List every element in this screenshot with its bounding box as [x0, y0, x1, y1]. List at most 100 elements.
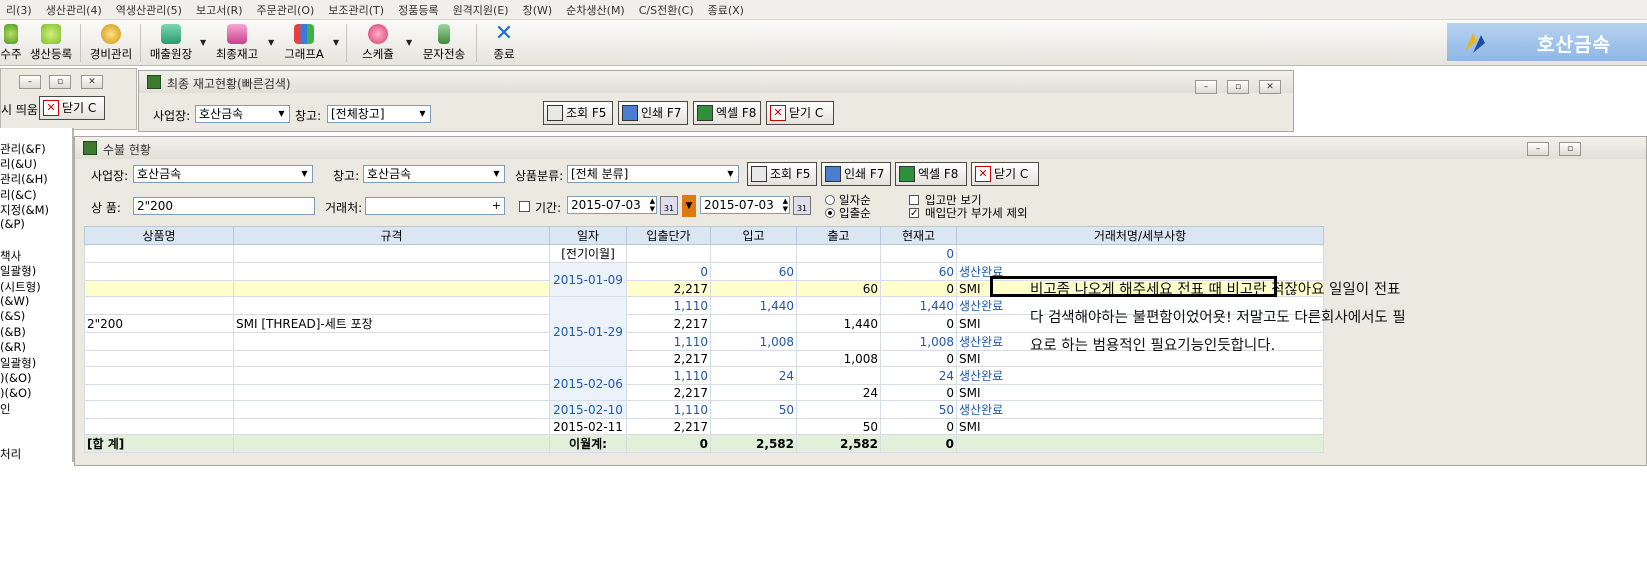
site-select[interactable]: 호산금속 ▼: [195, 105, 290, 123]
left-nav-item[interactable]: 리(&U): [0, 156, 37, 172]
spec-cell: [233, 280, 550, 297]
maximize-icon[interactable]: ▫: [1559, 142, 1581, 156]
flow-warehouse-select[interactable]: 호산금속 ▼: [363, 165, 505, 183]
menu-item[interactable]: 창(W): [517, 2, 561, 18]
toolbar-production-button[interactable]: 생산등록: [26, 22, 76, 64]
minimize-icon[interactable]: –: [1195, 80, 1217, 94]
toolbar-separator: [140, 24, 141, 62]
left-window-close-button[interactable]: ✕ 닫기 C: [39, 96, 105, 120]
menu-item[interactable]: 보조관리(T): [322, 2, 392, 18]
left-nav-item[interactable]: 처리: [0, 446, 21, 462]
toolbar-order-button[interactable]: 수주: [0, 22, 22, 64]
table-row[interactable]: 2015-02-11 2,217 50 0 SMI: [84, 418, 1324, 435]
column-header[interactable]: 입출단가: [626, 226, 711, 245]
arrow-down-icon[interactable]: ▼: [682, 195, 696, 217]
maximize-icon[interactable]: ▫: [1227, 80, 1249, 94]
left-nav-item[interactable]: 인: [0, 401, 11, 417]
left-nav-item[interactable]: )(&O): [0, 386, 31, 400]
stock-search-button[interactable]: 조회 F5: [543, 101, 613, 125]
calendar-icon[interactable]: 31: [660, 196, 678, 215]
maximize-icon[interactable]: ▫: [49, 75, 71, 89]
table-row[interactable]: [전기이월] 0: [84, 244, 1324, 263]
carry-over-label: [전기이월]: [549, 244, 627, 263]
calendar-icon[interactable]: 31: [793, 196, 811, 215]
menu-item[interactable]: 종료(X): [702, 2, 752, 18]
chevron-down-icon[interactable]: ▼: [268, 38, 274, 47]
price-cell: 2,217: [626, 280, 711, 297]
plus-icon[interactable]: +: [492, 198, 501, 214]
chevron-down-icon[interactable]: ▼: [406, 38, 412, 47]
left-nav-item[interactable]: 리(&C): [0, 187, 37, 203]
only-in-checkbox[interactable]: [909, 195, 919, 205]
column-header[interactable]: 현재고: [880, 226, 957, 245]
table-row[interactable]: 2,217 24 0 SMI: [84, 384, 1324, 401]
menu-item[interactable]: 순차생산(M): [560, 2, 633, 18]
table-row[interactable]: 2015-02-06 1,110 24 24 생산완료: [84, 366, 1324, 401]
close-icon[interactable]: ✕: [1259, 80, 1281, 94]
column-header[interactable]: 상품명: [84, 226, 234, 245]
menu-item[interactable]: 주문관리(O): [251, 2, 323, 18]
menu-item[interactable]: 보고서(R): [190, 2, 251, 18]
left-nav-item[interactable]: (시트형): [0, 279, 41, 295]
menu-item[interactable]: 리(3): [0, 2, 40, 18]
menu-item[interactable]: 정품등록: [392, 2, 446, 18]
toolbar-sales-ledger-button[interactable]: 매출원장: [146, 22, 196, 64]
left-nav-item[interactable]: 책사: [0, 248, 21, 264]
minimize-icon[interactable]: –: [19, 75, 41, 89]
category-select[interactable]: [전체 분류] ▼: [567, 165, 739, 183]
stock-print-button[interactable]: 인쇄 F7: [618, 101, 688, 125]
toolbar-schedule-button[interactable]: 스케쥴: [354, 22, 402, 64]
menu-item[interactable]: 원격지원(E): [447, 2, 517, 18]
sort-io-radio[interactable]: [825, 208, 835, 218]
date-to-input[interactable]: 2015-07-03 ▲ ▼: [700, 196, 790, 214]
sort-date-radio[interactable]: [825, 195, 835, 205]
left-nav-item[interactable]: 지정(&M): [0, 202, 49, 218]
stock-close-button[interactable]: ✕ 닫기 C: [766, 101, 834, 125]
toolbar-exit-button[interactable]: ✕ 종료: [486, 22, 522, 64]
column-header[interactable]: 출고: [796, 226, 881, 245]
table-row[interactable]: 2015-02-10 1,110 50 50 생산완료: [84, 400, 1324, 419]
column-header[interactable]: 거래처명/세부사항: [956, 226, 1324, 245]
flow-close-button[interactable]: ✕ 닫기 C: [971, 162, 1039, 186]
left-nav-item[interactable]: (&W): [0, 294, 29, 308]
left-nav-item[interactable]: 관리(&F): [0, 141, 46, 157]
warehouse-select[interactable]: [전체창고] ▼: [327, 105, 431, 123]
left-nav-item[interactable]: (&P): [0, 217, 25, 231]
menu-item[interactable]: C/S전환(C): [633, 2, 702, 18]
chevron-down-icon[interactable]: ▼: [333, 38, 339, 47]
flow-excel-button[interactable]: 엑셀 F8: [895, 162, 967, 186]
toolbar-expense-button[interactable]: 경비관리: [86, 22, 136, 64]
stock-cell: 50: [880, 400, 957, 419]
flow-print-button[interactable]: 인쇄 F7: [821, 162, 891, 186]
product-input[interactable]: 2"200: [133, 197, 315, 215]
left-nav-item[interactable]: (&S): [0, 309, 25, 323]
left-nav-item[interactable]: )(&O): [0, 371, 31, 385]
left-nav-item[interactable]: 일괄형): [0, 263, 36, 279]
stock-excel-button[interactable]: 엑셀 F8: [693, 101, 761, 125]
column-header[interactable]: 입고: [710, 226, 797, 245]
left-window-label: 시 띄움: [1, 103, 38, 117]
left-nav-item[interactable]: (&R): [0, 340, 26, 354]
menu-item[interactable]: 생산관리(4): [40, 2, 110, 18]
menu-item[interactable]: 역생산관리(5): [110, 2, 190, 18]
chevron-down-icon[interactable]: ▼: [200, 38, 206, 47]
customer-input[interactable]: +: [365, 197, 505, 215]
toolbar-sms-button[interactable]: 문자전송: [418, 22, 470, 64]
left-nav-item[interactable]: (&B): [0, 325, 26, 339]
date-from-input[interactable]: 2015-07-03 ▲ ▼: [567, 196, 657, 214]
column-header[interactable]: 일자: [549, 226, 627, 245]
spin-icon[interactable]: ▲ ▼: [650, 197, 655, 213]
period-checkbox[interactable]: [519, 201, 530, 212]
sms-icon: [438, 24, 450, 44]
toolbar-final-stock-button[interactable]: 최종재고: [212, 22, 262, 64]
left-nav-item[interactable]: 관리(&H): [0, 171, 48, 187]
exclude-vat-checkbox[interactable]: ✓: [909, 208, 919, 219]
toolbar-graph-button[interactable]: 그래프A: [280, 22, 328, 64]
minimize-icon[interactable]: –: [1527, 142, 1549, 156]
flow-search-button[interactable]: 조회 F5: [747, 162, 817, 186]
column-header[interactable]: 규격: [233, 226, 550, 245]
close-icon[interactable]: ✕: [81, 75, 103, 89]
flow-site-select[interactable]: 호산금속 ▼: [133, 165, 313, 183]
left-nav-item[interactable]: 일괄형): [0, 355, 36, 371]
spin-icon[interactable]: ▲ ▼: [783, 197, 788, 213]
